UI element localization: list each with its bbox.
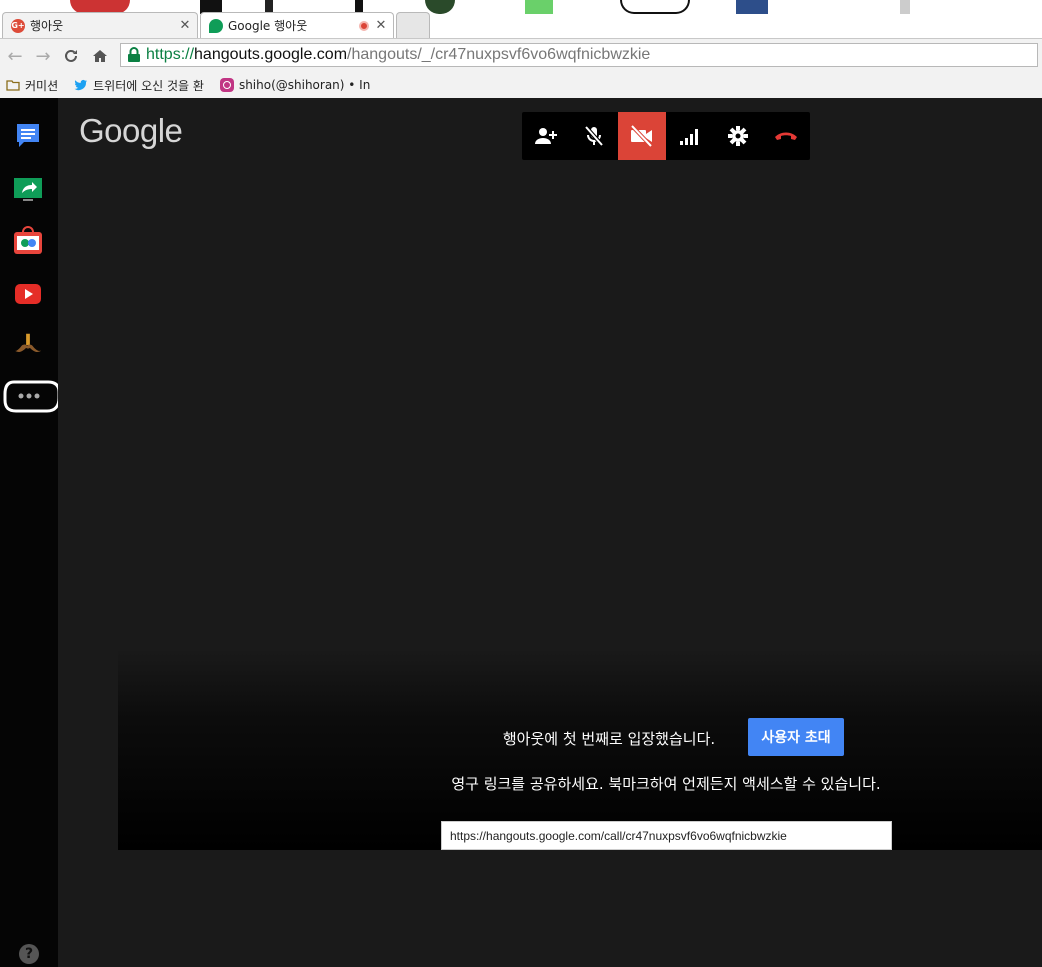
settings-icon: [728, 126, 748, 146]
address-bar[interactable]: https://hangouts.google.com/hangouts/_/c…: [120, 43, 1038, 67]
signal-icon: [680, 129, 698, 145]
main-stage: Google 행아웃에 첫 번째로 입장했습니다. 사용자 초대 영구 링크를 …: [58, 98, 1042, 967]
recording-icon: [359, 20, 369, 31]
google-plus-icon: G+: [11, 18, 25, 33]
hangup-icon: [775, 132, 797, 140]
chat-icon[interactable]: [13, 120, 43, 150]
close-icon[interactable]: ✕: [373, 18, 389, 33]
youtube-icon[interactable]: [13, 279, 43, 309]
video-off-icon: [630, 124, 653, 148]
first-joined-message: 행아웃에 첫 번째로 입장했습니다.: [502, 730, 716, 748]
folder-icon: [6, 80, 20, 91]
app-store-icon[interactable]: [13, 226, 43, 256]
bookmark-label: 트위터에 오신 것을 환: [93, 78, 204, 93]
instagram-icon: [219, 78, 234, 92]
hangup-button[interactable]: [762, 112, 810, 160]
help-icon[interactable]: ?: [19, 944, 39, 964]
call-controls-bar: [522, 112, 810, 160]
close-icon[interactable]: ✕: [177, 18, 193, 33]
settings-button[interactable]: [714, 112, 762, 160]
tab-google-hangouts[interactable]: Google 행아웃 ✕: [200, 12, 394, 38]
bookmark-instagram[interactable]: shiho(@shihoran) • In: [219, 78, 370, 92]
url-host: hangouts.google.com: [194, 46, 348, 63]
url-scheme: https://: [146, 46, 195, 63]
add-person-button[interactable]: [522, 112, 570, 160]
mute-mic-button[interactable]: [570, 112, 618, 160]
browser-toolbar: ← → https://hangouts.google.com/hangouts…: [0, 38, 1042, 73]
bandwidth-button[interactable]: [666, 112, 714, 160]
toggle-video-button[interactable]: [618, 112, 666, 160]
tab-title: 행아웃: [30, 19, 64, 33]
browser-tab-strip: G+ 행아웃 ✕ Google 행아웃 ✕: [0, 0, 1042, 38]
mic-off-icon: [584, 125, 604, 147]
twitter-icon: [74, 79, 88, 91]
bookmark-label: 커미션: [25, 78, 59, 93]
more-icon[interactable]: [14, 381, 44, 411]
bookmarks-bar: 커미션 트위터에 오신 것을 환 shiho(@shihoran) • In: [0, 72, 1042, 99]
tab-hangouts[interactable]: G+ 행아웃 ✕: [2, 12, 198, 38]
url-path: /hangouts/_/cr47nuxpsvf6vo6wqfnicbwzkie: [347, 46, 651, 63]
new-tab-button[interactable]: [396, 12, 430, 38]
add-person-icon: [535, 128, 557, 144]
invite-people-button[interactable]: 사용자 초대: [748, 718, 844, 756]
bookmark-twitter[interactable]: 트위터에 오신 것을 환: [74, 77, 204, 94]
bookmark-label: shiho(@shihoran) • In: [238, 78, 370, 92]
reload-icon[interactable]: [60, 45, 82, 67]
google-logo: Google: [79, 112, 183, 149]
mustache-icon[interactable]: [13, 330, 43, 360]
left-rail: ?: [0, 98, 61, 967]
home-icon[interactable]: [89, 45, 111, 67]
back-icon[interactable]: ←: [4, 45, 26, 67]
tab-title: Google 행아웃: [228, 19, 308, 33]
screenshare-icon[interactable]: [13, 174, 43, 204]
lock-icon: [128, 47, 140, 62]
hangouts-icon: [209, 18, 223, 33]
permalink-field[interactable]: https://hangouts.google.com/call/cr47nux…: [441, 821, 892, 850]
share-link-message: 영구 링크를 공유하세요. 북마크하여 언제든지 액세스할 수 있습니다.: [451, 775, 881, 793]
forward-icon[interactable]: →: [32, 45, 54, 67]
bookmark-folder[interactable]: 커미션: [6, 77, 58, 94]
video-area: [118, 648, 1042, 850]
